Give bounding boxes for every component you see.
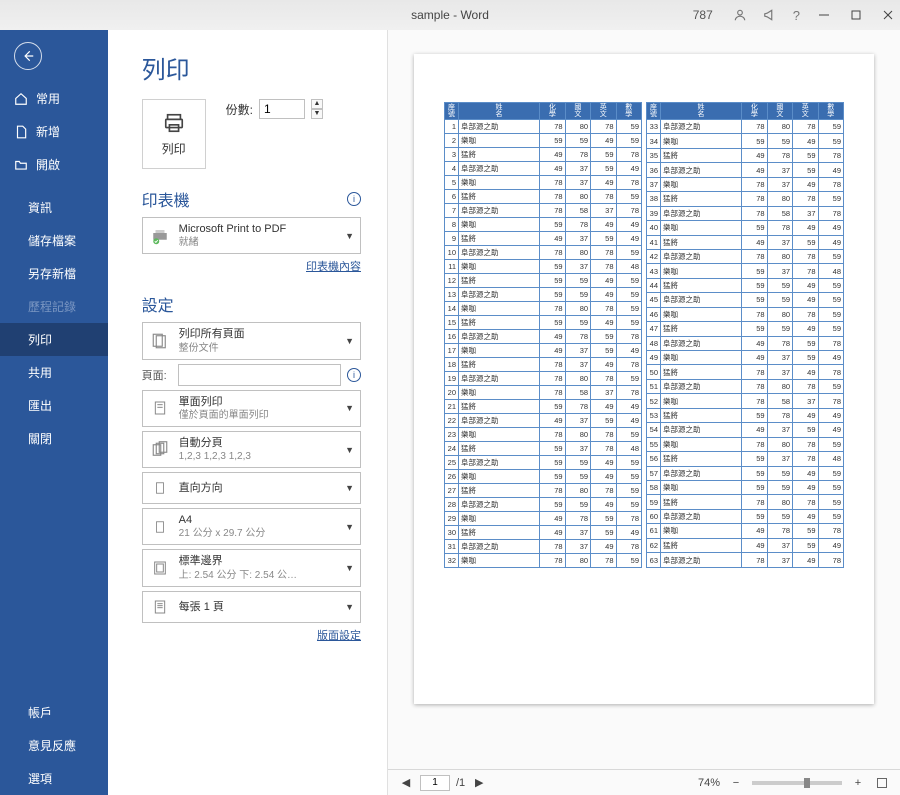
portrait-icon [149, 477, 171, 499]
printer-dropdown[interactable]: Microsoft Print to PDF就緒 ▼ [142, 217, 361, 254]
margins-dropdown[interactable]: 標準邊界上: 2.54 公分 下: 2.54 公… ▼ [142, 549, 361, 586]
nav-save[interactable]: 儲存檔案 [0, 224, 108, 257]
orientation-dropdown[interactable]: 直向方向 ▼ [142, 472, 361, 504]
printer-section-title: 印表機 [142, 187, 190, 211]
preview-table-left: 座號姓名化學國文英文數學1阜部源之助788078592樂咖595949593猛將… [444, 102, 642, 568]
collate-dropdown[interactable]: 自動分頁1,2,3 1,2,3 1,2,3 ▼ [142, 431, 361, 468]
sheets-dropdown[interactable]: 每張 1 頁 ▼ [142, 591, 361, 623]
chevron-down-icon: ▼ [345, 231, 354, 241]
zoom-in-button[interactable]: + [850, 775, 866, 791]
page-setup-link[interactable]: 版面設定 [317, 630, 361, 642]
maximize-button[interactable] [848, 7, 864, 23]
single-side-icon [149, 397, 171, 419]
fit-page-button[interactable] [874, 775, 890, 791]
pages-info-icon[interactable]: i [347, 368, 361, 382]
user-icon[interactable] [733, 8, 747, 22]
close-button[interactable] [880, 7, 896, 23]
pages-per-sheet-icon [149, 596, 171, 618]
preview-status-bar: ◀ /1 ▶ 74% − + [388, 769, 900, 795]
nav-home[interactable]: 常用 [0, 82, 108, 115]
back-button-wrap [0, 30, 108, 82]
margins-icon [149, 557, 171, 579]
copies-up[interactable]: ▲ [311, 99, 323, 109]
minimize-button[interactable] [816, 7, 832, 23]
back-button[interactable] [14, 42, 42, 70]
printer-icon [160, 112, 188, 134]
print-preview: 座號姓名化學國文英文數學1阜部源之助788078592樂咖595949593猛將… [387, 30, 900, 795]
collate-icon [149, 439, 171, 461]
print-panel: 列印 列印 份數: ▲▼ 印表機 i Microsoft Print to PD… [108, 30, 387, 795]
window-title: sample - Word [411, 8, 489, 22]
megaphone-icon[interactable] [763, 8, 777, 22]
settings-section-title: 設定 [142, 292, 174, 316]
preview-page: 座號姓名化學國文英文數學1阜部源之助788078592樂咖595949593猛將… [414, 54, 874, 704]
pages-icon [149, 330, 171, 352]
paper-dropdown[interactable]: A421 公分 x 29.7 公分 ▼ [142, 508, 361, 545]
zoom-level: 74% [698, 777, 720, 789]
printer-info-icon[interactable]: i [347, 192, 361, 206]
nav-saveas[interactable]: 另存新檔 [0, 257, 108, 290]
preview-table-right: 座號姓名化學國文英文數學33阜部源之助7880785934樂咖595949593… [646, 102, 844, 568]
pages-label: 頁面: [142, 367, 172, 383]
title-number: 787 [693, 8, 713, 22]
help-icon[interactable]: ? [793, 8, 800, 23]
copies-input[interactable] [259, 99, 305, 119]
sides-dropdown[interactable]: 單面列印僅於頁面的單面列印 ▼ [142, 390, 361, 427]
nav-info[interactable]: 資訊 [0, 191, 108, 224]
nav-feedback[interactable]: 意見反應 [0, 729, 108, 762]
zoom-out-button[interactable]: − [728, 775, 744, 791]
panel-title: 列印 [142, 50, 361, 85]
nav-close[interactable]: 關閉 [0, 422, 108, 455]
backstage-nav: 常用 新增 開啟 資訊 儲存檔案 另存新檔 歷程記錄 列印 共用 匯出 關閉 帳… [0, 30, 108, 795]
print-which-dropdown[interactable]: 列印所有頁面整份文件 ▼ [142, 322, 361, 359]
nav-options[interactable]: 選項 [0, 762, 108, 795]
paper-icon [149, 516, 171, 538]
print-button[interactable]: 列印 [142, 99, 206, 169]
copies-label: 份數: [226, 101, 253, 118]
printer-properties-link[interactable]: 印表機內容 [306, 261, 361, 273]
nav-history[interactable]: 歷程記錄 [0, 290, 108, 323]
preview-page-input[interactable] [420, 775, 450, 791]
prev-page-button[interactable]: ◀ [398, 775, 414, 791]
printer-ready-icon [149, 225, 171, 247]
next-page-button[interactable]: ▶ [471, 775, 487, 791]
zoom-slider[interactable] [752, 781, 842, 785]
nav-print[interactable]: 列印 [0, 323, 108, 356]
copies-down[interactable]: ▼ [311, 109, 323, 119]
pages-input[interactable] [178, 364, 341, 386]
nav-share[interactable]: 共用 [0, 356, 108, 389]
nav-account[interactable]: 帳戶 [0, 696, 108, 729]
title-bar: sample - Word 787 ? [0, 0, 900, 30]
nav-new[interactable]: 新增 [0, 115, 108, 148]
nav-open[interactable]: 開啟 [0, 148, 108, 181]
nav-export[interactable]: 匯出 [0, 389, 108, 422]
preview-page-total: /1 [456, 777, 465, 789]
